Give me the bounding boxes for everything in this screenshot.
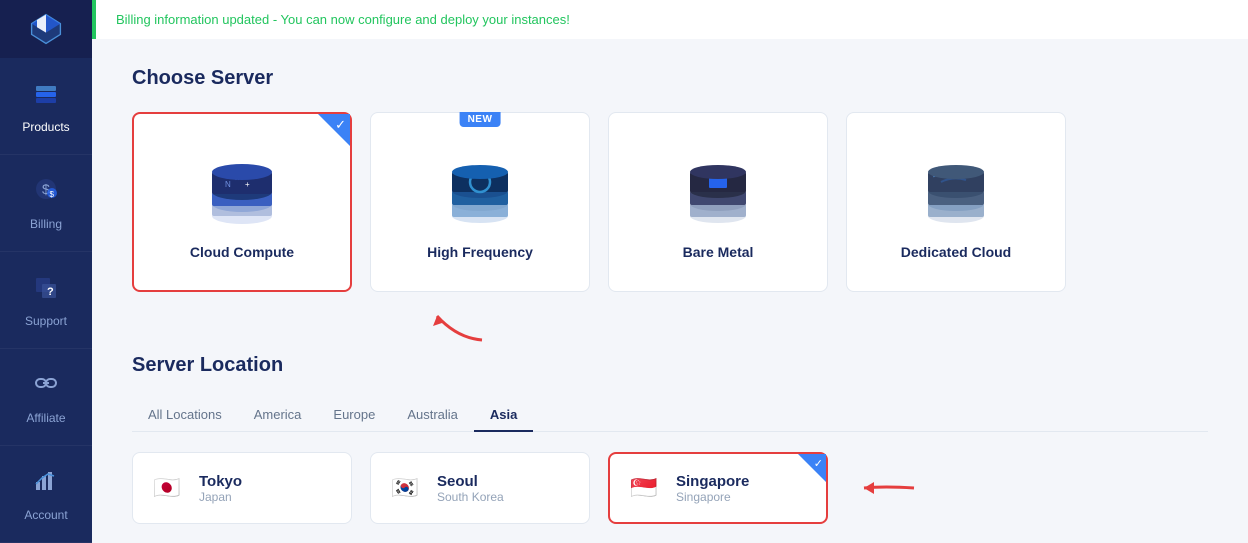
selected-checkmark [318,114,350,146]
server-card-cloud-compute[interactable]: N × + Cloud Compute [132,112,352,292]
location-card-tokyo[interactable]: 🇯🇵 Tokyo Japan [132,452,352,524]
tab-australia[interactable]: Australia [391,399,474,432]
high-frequency-label: High Frequency [427,244,533,260]
sidebar-item-support-label: Support [25,314,67,328]
seoul-country: South Korea [437,490,504,504]
svg-text:$: $ [50,190,55,199]
sidebar-item-account[interactable]: Account [0,446,92,543]
location-card-seoul[interactable]: 🇰🇷 Seoul South Korea [370,452,590,524]
tab-all-locations[interactable]: All Locations [132,399,238,432]
sidebar-item-products[interactable]: Products [0,58,92,155]
new-badge: NEW [460,112,501,127]
sidebar-item-billing[interactable]: $ $ Billing [0,155,92,252]
content-area: Choose Server [92,39,1248,543]
sidebar-item-affiliate[interactable]: Affiliate [0,349,92,446]
tab-asia[interactable]: Asia [474,399,533,432]
bare-metal-icon [673,144,763,234]
svg-text:N: N [225,180,231,189]
server-card-bare-metal[interactable]: Bare Metal [608,112,828,292]
choose-server-title: Choose Server [132,67,1208,90]
question-icon: ? [32,272,60,306]
link-icon [32,369,60,403]
tokyo-country: Japan [199,490,242,504]
banner-message: Billing information updated - You can no… [116,12,570,27]
seoul-city: Seoul [437,473,504,490]
tokyo-flag: 🇯🇵 [149,470,185,506]
sidebar-item-affiliate-label: Affiliate [26,411,65,425]
seoul-info: Seoul South Korea [437,473,504,504]
seoul-flag: 🇰🇷 [387,470,423,506]
svg-text:+: + [245,180,250,189]
sidebar-item-account-label: Account [24,508,67,522]
tab-europe[interactable]: Europe [317,399,391,432]
singapore-info: Singapore Singapore [676,473,749,504]
location-cards-container: 🇯🇵 Tokyo Japan 🇰🇷 Seoul South Korea 🇸🇬 [132,452,1208,524]
sidebar: Products $ $ Billing ? Support [0,0,92,543]
svg-text:?: ? [47,286,54,298]
high-frequency-icon [435,144,525,234]
singapore-red-arrow [854,470,924,506]
sidebar-item-billing-label: Billing [30,217,62,231]
tokyo-info: Tokyo Japan [199,473,242,504]
tokyo-city: Tokyo [199,473,242,490]
sidebar-item-support[interactable]: ? Support [0,252,92,349]
dollar-icon: $ $ [32,175,60,209]
layers-icon [32,78,60,112]
chart-icon [32,466,60,500]
singapore-flag: 🇸🇬 [626,470,662,506]
server-card-high-frequency[interactable]: NEW [370,112,590,292]
server-location-title: Server Location [132,354,1208,377]
server-cards-container: N × + Cloud Compute NEW [132,112,1208,292]
red-arrow-svg [427,308,487,344]
location-tabs: All Locations America Europe Australia A… [132,399,1208,432]
logo[interactable] [0,0,92,58]
tab-america[interactable]: America [238,399,318,432]
cloud-compute-icon: N × + [197,144,287,234]
main-content: Billing information updated - You can no… [92,0,1248,543]
dedicated-cloud-label: Dedicated Cloud [901,244,1011,260]
server-card-dedicated-cloud[interactable]: Dedicated Cloud [846,112,1066,292]
singapore-checkmark [798,454,826,482]
dedicated-cloud-icon [911,144,1001,234]
location-card-singapore[interactable]: 🇸🇬 Singapore Singapore [608,452,828,524]
singapore-country: Singapore [676,490,749,504]
bare-metal-label: Bare Metal [683,244,754,260]
singapore-arrow-annotation [854,452,924,524]
sidebar-item-products-label: Products [22,120,69,134]
billing-banner: Billing information updated - You can no… [92,0,1248,39]
cloud-compute-label: Cloud Compute [190,244,294,260]
arrow-annotation [427,308,1208,344]
singapore-city: Singapore [676,473,749,490]
